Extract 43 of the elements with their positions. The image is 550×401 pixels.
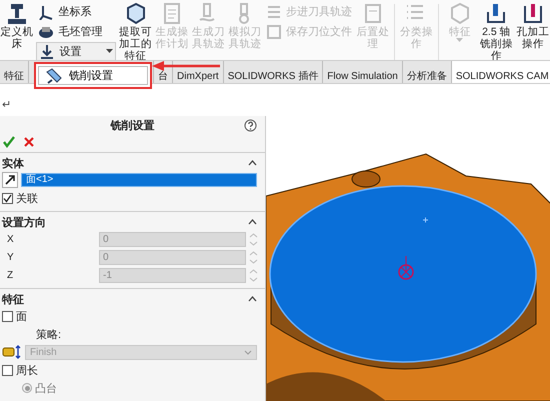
ribbon-button[interactable]: 毛坯管理 bbox=[36, 22, 116, 41]
checkbox[interactable] bbox=[2, 192, 13, 204]
radio-label: 凸台 bbox=[35, 382, 57, 396]
check-icon bbox=[3, 136, 15, 148]
field-label: 策略: bbox=[35, 328, 62, 342]
section-title: 特征 bbox=[2, 292, 24, 306]
ribbon-button[interactable]: 坐标系 bbox=[36, 2, 116, 21]
checkbox-label: 关联 bbox=[16, 192, 38, 206]
collapse-icon[interactable] bbox=[248, 219, 257, 225]
file-icon bbox=[266, 24, 282, 40]
dropdown-button[interactable]: 设置 bbox=[36, 42, 116, 60]
tab[interactable]: SOLIDWORKS CAM bbox=[452, 61, 550, 83]
strategy-icon bbox=[2, 345, 22, 359]
ribbon-button[interactable]: 孔加工操作 bbox=[516, 2, 550, 50]
checkbox-label: 周长 bbox=[16, 364, 38, 378]
collapse-icon[interactable] bbox=[248, 160, 257, 166]
ok-button[interactable] bbox=[3, 136, 15, 148]
caret-icon bbox=[106, 49, 114, 54]
checkbox-label: 面 bbox=[16, 310, 27, 324]
checkbox[interactable] bbox=[2, 310, 13, 322]
axis-label: Z bbox=[6, 270, 14, 280]
cancel-button[interactable] bbox=[23, 136, 35, 148]
section-title: 设置方向 bbox=[2, 216, 46, 230]
checkbox[interactable] bbox=[2, 364, 13, 376]
selection-field[interactable]: 面<1> bbox=[21, 173, 257, 187]
axis-label: X bbox=[6, 234, 15, 244]
help-icon[interactable] bbox=[244, 119, 257, 132]
section-title: 实体 bbox=[2, 156, 24, 170]
ribbon-button[interactable]: 定义机床 bbox=[0, 2, 34, 50]
caret-icon bbox=[456, 38, 464, 43]
axes-icon bbox=[38, 4, 54, 20]
chevron-down-icon bbox=[244, 350, 252, 354]
arrow-icon bbox=[4, 174, 16, 186]
return-mark: ↵ bbox=[2, 99, 11, 111]
pen-icon bbox=[45, 68, 63, 84]
select-button[interactable] bbox=[2, 172, 18, 188]
arrow-down-icon bbox=[39, 44, 56, 60]
list-icon bbox=[266, 4, 282, 20]
close-icon bbox=[23, 136, 35, 148]
panel-title: 铣削设置 bbox=[110, 118, 154, 132]
menu-item[interactable]: 铣削设置 bbox=[38, 66, 148, 85]
collapse-icon[interactable] bbox=[248, 296, 257, 302]
axis-label: Y bbox=[6, 252, 15, 262]
